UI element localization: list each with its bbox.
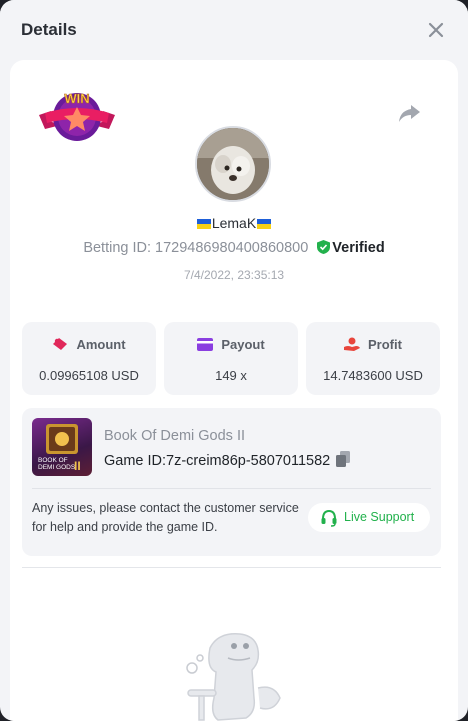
profit-card: Profit 14.7483600 USD xyxy=(306,322,440,395)
verified-label: Verified xyxy=(332,240,385,256)
payout-card-icon xyxy=(197,338,214,351)
username: LemaK xyxy=(211,215,257,231)
thumb-text-1: BOOK OF xyxy=(38,457,68,464)
betting-id-row: Betting ID: 1729486980400860800 Verified xyxy=(10,240,458,256)
amount-card: Amount 0.09965108 USD xyxy=(22,322,156,395)
copy-icon[interactable] xyxy=(336,451,351,467)
payout-card: Payout 149 x xyxy=(164,322,298,395)
game-thumbnail[interactable]: BOOK OF DEMI GODS II xyxy=(32,418,92,476)
bet-datetime: 7/4/2022, 23:35:13 xyxy=(183,268,285,282)
headset-icon xyxy=(321,509,337,527)
thumb-text-2: DEMI GODS xyxy=(38,464,76,471)
profit-value: 14.7483600 USD xyxy=(323,368,423,383)
payout-value: 149 x xyxy=(215,368,247,383)
avatar-photo-icon xyxy=(197,128,269,200)
support-message: Any issues, please contact the customer … xyxy=(32,501,299,534)
game-card: BOOK OF DEMI GODS II Book Of Demi Gods I… xyxy=(22,408,441,556)
username-row: LemaK xyxy=(10,215,458,231)
game-name: Book Of Demi Gods II xyxy=(104,428,246,444)
live-support-button[interactable]: Live Support xyxy=(308,503,430,532)
modal-header: Details xyxy=(0,0,468,60)
betting-id: Betting ID: 1729486980400860800 xyxy=(83,240,309,256)
dinosaur-mascot-icon xyxy=(186,633,281,721)
badge-text: WIN xyxy=(64,91,89,106)
amount-value: 0.09965108 USD xyxy=(39,368,139,383)
details-modal: Details WIN LemaK Betting ID: 1729486980… xyxy=(0,0,468,721)
profit-hand-icon xyxy=(344,337,361,351)
modal-title: Details xyxy=(21,20,77,39)
divider xyxy=(32,488,431,489)
payout-label: Payout xyxy=(221,337,265,352)
ukraine-flag-icon xyxy=(196,219,211,230)
details-panel: WIN LemaK Betting ID: 172948698040086080… xyxy=(10,60,458,721)
divider xyxy=(22,567,441,568)
amount-label: Amount xyxy=(76,337,126,352)
close-icon[interactable] xyxy=(424,18,448,42)
avatar xyxy=(195,126,271,202)
thumb-text-3: II xyxy=(74,459,81,473)
verified-shield-icon xyxy=(317,240,331,254)
share-icon[interactable] xyxy=(397,102,421,124)
live-support-label: Live Support xyxy=(344,510,415,524)
ukraine-flag-icon xyxy=(257,219,272,230)
game-id-row: Game ID:7z-creim86p-5807011582 xyxy=(104,451,351,469)
win-badge-icon: WIN xyxy=(39,91,115,141)
amount-icon xyxy=(53,338,68,350)
profit-label: Profit xyxy=(368,337,402,352)
game-id: Game ID:7z-creim86p-5807011582 xyxy=(104,453,331,469)
